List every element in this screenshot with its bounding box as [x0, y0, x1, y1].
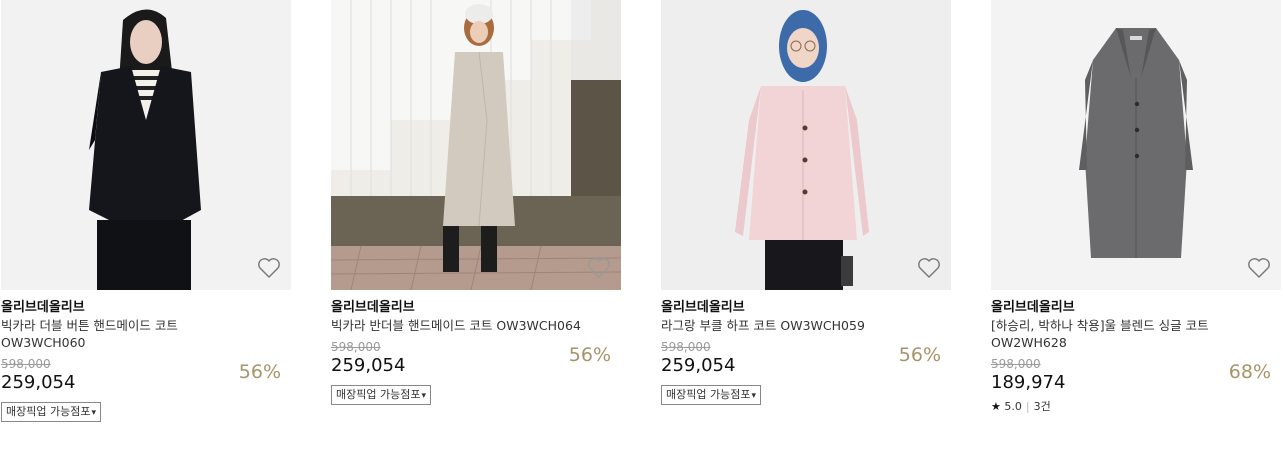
heart-icon[interactable]: [587, 257, 611, 279]
product-image[interactable]: [991, 0, 1281, 290]
heart-icon[interactable]: [1247, 257, 1271, 279]
price-row: 259,054 56%: [1, 361, 291, 394]
star-icon: ★: [991, 400, 1001, 413]
discount-rate: 68%: [1228, 361, 1271, 383]
sale-price: 259,054: [331, 355, 406, 376]
caret-down-icon: ▾: [421, 391, 426, 401]
sale-price: 189,974: [991, 372, 1066, 393]
product-brand[interactable]: 올리브데올리브: [331, 299, 621, 316]
caret-down-icon: ▾: [751, 391, 756, 401]
price-row: 259,054 56%: [331, 344, 621, 377]
product-image[interactable]: [331, 0, 621, 290]
product-name[interactable]: 빅카라 반더블 핸드메이드 코트 OW3WCH064: [331, 317, 591, 334]
rating[interactable]: ★ 5.0 | 3건: [991, 400, 1281, 414]
store-pickup-dropdown[interactable]: 매장픽업 가능점포▾: [661, 385, 761, 405]
store-pickup-label: 매장픽업 가능점포: [336, 388, 421, 401]
product-image[interactable]: [1, 0, 291, 290]
discount-rate: 56%: [898, 344, 941, 366]
sale-price: 259,054: [661, 355, 736, 376]
product-grid: 올리브데올리브 빅카라 더블 버튼 핸드메이드 코트 OW3WCH060 598…: [0, 0, 1283, 460]
discount-rate: 56%: [238, 361, 281, 383]
model-pink-coat-photo: [661, 0, 951, 290]
product-brand[interactable]: 올리브데올리브: [991, 299, 1281, 316]
heart-icon[interactable]: [257, 257, 281, 279]
store-pickup-dropdown[interactable]: 매장픽업 가능점포▾: [1, 402, 101, 422]
product-card[interactable]: 올리브데올리브 빅카라 더블 버튼 핸드메이드 코트 OW3WCH060 598…: [1, 0, 291, 422]
product-name[interactable]: 빅카라 더블 버튼 핸드메이드 코트 OW3WCH060: [1, 317, 261, 351]
product-card[interactable]: 올리브데올리브 빅카라 반더블 핸드메이드 코트 OW3WCH064 598,0…: [331, 0, 621, 405]
model-beige-coat-photo: [331, 0, 621, 290]
store-pickup-dropdown[interactable]: 매장픽업 가능점포▾: [331, 385, 431, 405]
product-name[interactable]: [하승리, 박하나 착용]울 블렌드 싱글 코트 OW2WH628: [991, 317, 1251, 351]
product-brand[interactable]: 올리브데올리브: [661, 299, 951, 316]
product-name[interactable]: 라그랑 부클 하프 코트 OW3WCH059: [661, 317, 921, 334]
discount-rate: 56%: [568, 344, 611, 366]
caret-down-icon: ▾: [91, 408, 96, 418]
store-pickup-label: 매장픽업 가능점포: [666, 388, 751, 401]
review-count: 3건: [1033, 400, 1051, 413]
product-card[interactable]: 올리브데올리브 라그랑 부클 하프 코트 OW3WCH059 598,000 2…: [661, 0, 951, 405]
price-row: 189,974 68%: [991, 361, 1281, 394]
product-card[interactable]: 올리브데올리브 [하승리, 박하나 착용]울 블렌드 싱글 코트 OW2WH62…: [991, 0, 1281, 414]
grey-long-coat-photo: [991, 0, 1281, 290]
product-brand[interactable]: 올리브데올리브: [1, 299, 291, 316]
heart-icon[interactable]: [917, 257, 941, 279]
price-row: 259,054 56%: [661, 344, 951, 377]
store-pickup-label: 매장픽업 가능점포: [6, 405, 91, 418]
product-image[interactable]: [661, 0, 951, 290]
sale-price: 259,054: [1, 372, 76, 393]
rating-value: 5.0: [1004, 400, 1022, 413]
rating-separator: |: [1025, 400, 1030, 413]
model-black-coat-photo: [1, 0, 291, 290]
